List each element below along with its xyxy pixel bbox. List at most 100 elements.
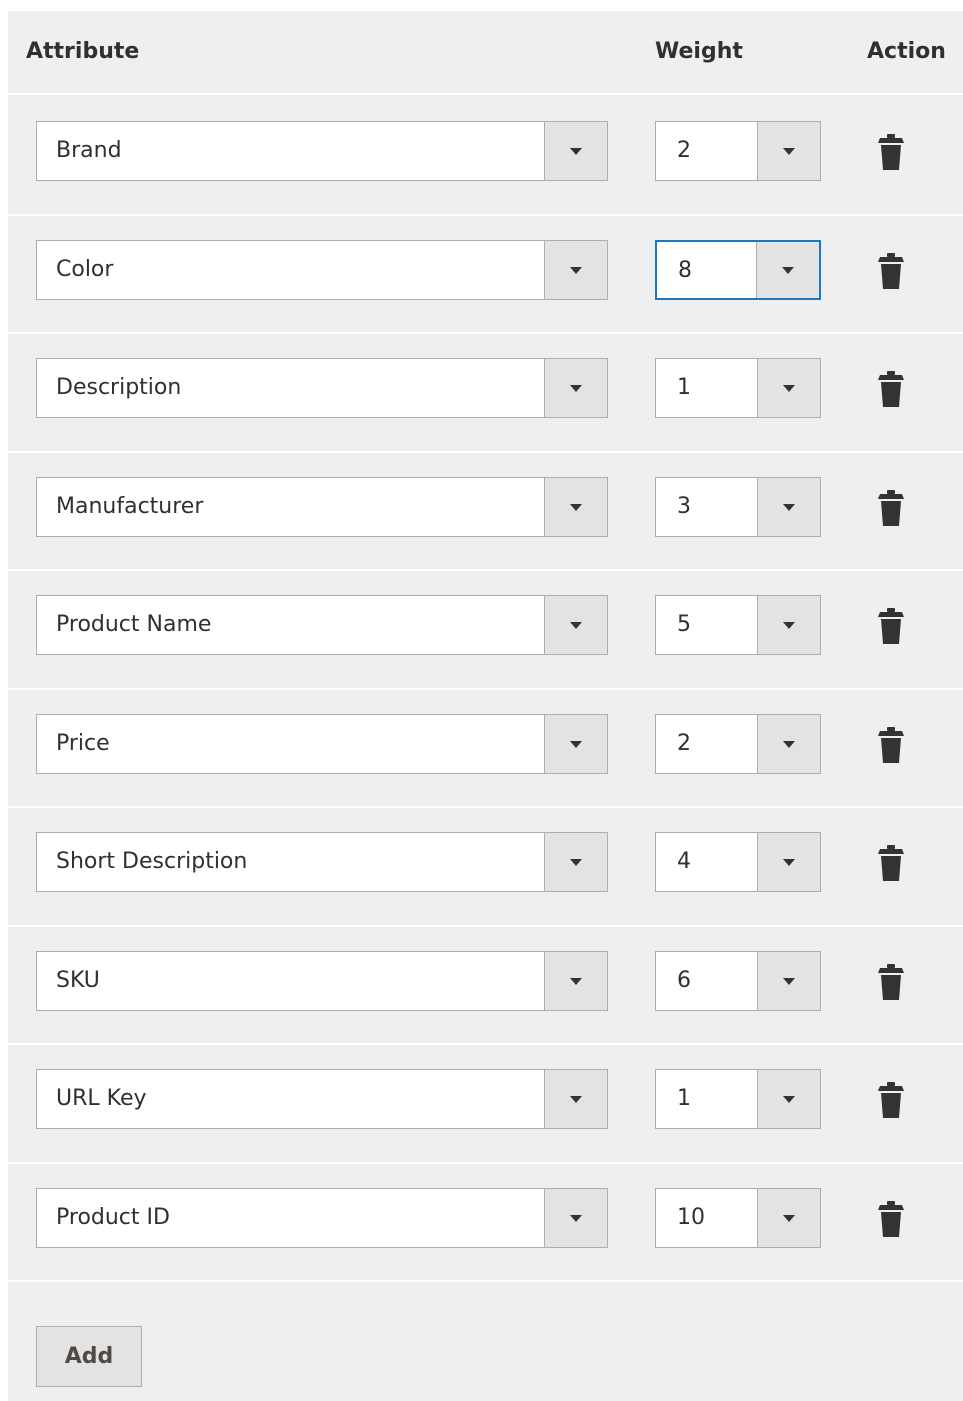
weight-select[interactable]: 4 (655, 832, 821, 892)
attribute-select[interactable]: Description (36, 358, 608, 418)
weight-dropdown-toggle[interactable] (757, 1070, 820, 1128)
attribute-select[interactable]: Product Name (36, 595, 608, 655)
trash-icon[interactable] (874, 1200, 908, 1238)
trash-icon[interactable] (874, 252, 908, 290)
attribute-dropdown-toggle[interactable] (544, 1070, 607, 1128)
caret-down-icon (570, 266, 582, 274)
weight-select[interactable]: 6 (655, 950, 821, 1011)
trash-icon[interactable] (874, 489, 908, 527)
weight-select-value: 8 (678, 257, 692, 283)
caret-down-icon (570, 622, 582, 629)
weight-select-value: 5 (677, 612, 691, 637)
attribute-select-value: Price (56, 730, 110, 756)
weight-select-value: 3 (677, 493, 691, 519)
attribute-dropdown-toggle[interactable] (544, 833, 607, 891)
caret-down-icon (783, 740, 795, 748)
action-column-header: Action (867, 39, 946, 64)
attribute-dropdown-toggle[interactable] (544, 1188, 607, 1247)
table-body: Brand 2 Color 8 Description 1 Manufactur… (8, 97, 963, 1282)
attribute-dropdown-toggle[interactable] (544, 122, 607, 180)
attribute-select[interactable]: SKU (36, 950, 608, 1011)
attribute-select[interactable]: Product ID (36, 1187, 608, 1248)
weight-select[interactable]: 5 (655, 595, 821, 655)
weight-dropdown-toggle[interactable] (757, 122, 820, 180)
weight-select[interactable]: 1 (655, 358, 821, 418)
attribute-select-value: Brand (56, 138, 122, 163)
caret-down-icon (783, 1096, 795, 1103)
table-row: Color 8 (8, 216, 963, 334)
attribute-dropdown-toggle[interactable] (544, 714, 607, 773)
caret-down-icon (570, 1096, 582, 1103)
caret-down-icon (783, 148, 795, 155)
caret-down-icon (783, 385, 795, 392)
weight-select-value: 1 (677, 1086, 691, 1111)
caret-down-icon (570, 148, 582, 155)
trash-icon[interactable] (874, 370, 908, 408)
trash-icon[interactable] (874, 1081, 908, 1119)
caret-down-icon (783, 977, 795, 985)
attribute-column-header: Attribute (26, 39, 140, 64)
trash-icon[interactable] (874, 963, 908, 1001)
weight-select[interactable]: 1 (655, 1069, 821, 1129)
attribute-dropdown-toggle[interactable] (544, 477, 607, 536)
weight-select[interactable]: 8 (655, 239, 821, 300)
weight-dropdown-toggle[interactable] (757, 1188, 820, 1247)
table-footer: Add (8, 1301, 963, 1401)
weight-select[interactable]: 10 (655, 1187, 821, 1248)
table-row: Product ID 10 (8, 1164, 963, 1282)
weight-dropdown-toggle[interactable] (757, 833, 820, 891)
table-header: Attribute Weight Action (8, 11, 963, 95)
attribute-weight-table: Attribute Weight Action Brand 2 Color 8 … (8, 11, 963, 1401)
attribute-select[interactable]: Short Description (36, 832, 608, 892)
trash-icon[interactable] (874, 844, 908, 882)
weight-dropdown-toggle[interactable] (756, 241, 819, 298)
weight-select-value: 10 (677, 1204, 705, 1230)
trash-icon[interactable] (874, 607, 908, 645)
table-row: Price 2 (8, 690, 963, 808)
weight-dropdown-toggle[interactable] (757, 477, 820, 536)
table-row: Brand 2 (8, 97, 963, 216)
add-button[interactable]: Add (36, 1326, 142, 1387)
weight-select-value: 2 (677, 730, 691, 756)
weight-select[interactable]: 2 (655, 121, 821, 181)
caret-down-icon (570, 977, 582, 985)
weight-dropdown-toggle[interactable] (757, 359, 820, 417)
weight-select-value: 6 (677, 967, 691, 993)
table-row: Manufacturer 3 (8, 453, 963, 571)
trash-icon[interactable] (874, 726, 908, 764)
attribute-select[interactable]: Color (36, 239, 608, 300)
weight-dropdown-toggle[interactable] (757, 951, 820, 1010)
attribute-select[interactable]: Brand (36, 121, 608, 181)
attribute-select-value: Product Name (56, 612, 212, 637)
attribute-select-value: Color (56, 256, 114, 282)
attribute-select-value: Manufacturer (56, 493, 204, 519)
caret-down-icon (570, 859, 582, 866)
trash-icon[interactable] (874, 133, 908, 171)
attribute-dropdown-toggle[interactable] (544, 596, 607, 654)
caret-down-icon (783, 859, 795, 866)
caret-down-icon (783, 622, 795, 629)
weight-select-value: 4 (677, 849, 691, 874)
caret-down-icon (570, 385, 582, 392)
table-row: Description 1 (8, 334, 963, 453)
attribute-select[interactable]: URL Key (36, 1069, 608, 1129)
weight-dropdown-toggle[interactable] (757, 714, 820, 773)
attribute-dropdown-toggle[interactable] (544, 240, 607, 299)
attribute-select-value: Description (56, 375, 182, 400)
attribute-select[interactable]: Manufacturer (36, 476, 608, 537)
caret-down-icon (570, 1214, 582, 1222)
table-row: Short Description 4 (8, 808, 963, 927)
attribute-select[interactable]: Price (36, 713, 608, 774)
caret-down-icon (782, 266, 794, 274)
weight-dropdown-toggle[interactable] (757, 596, 820, 654)
weight-select[interactable]: 3 (655, 476, 821, 537)
caret-down-icon (570, 503, 582, 511)
weight-select[interactable]: 2 (655, 713, 821, 774)
weight-column-header: Weight (655, 39, 743, 64)
caret-down-icon (570, 740, 582, 748)
attribute-dropdown-toggle[interactable] (544, 951, 607, 1010)
weight-select-value: 2 (677, 138, 691, 163)
attribute-dropdown-toggle[interactable] (544, 359, 607, 417)
caret-down-icon (783, 503, 795, 511)
weight-select-value: 1 (677, 375, 691, 400)
